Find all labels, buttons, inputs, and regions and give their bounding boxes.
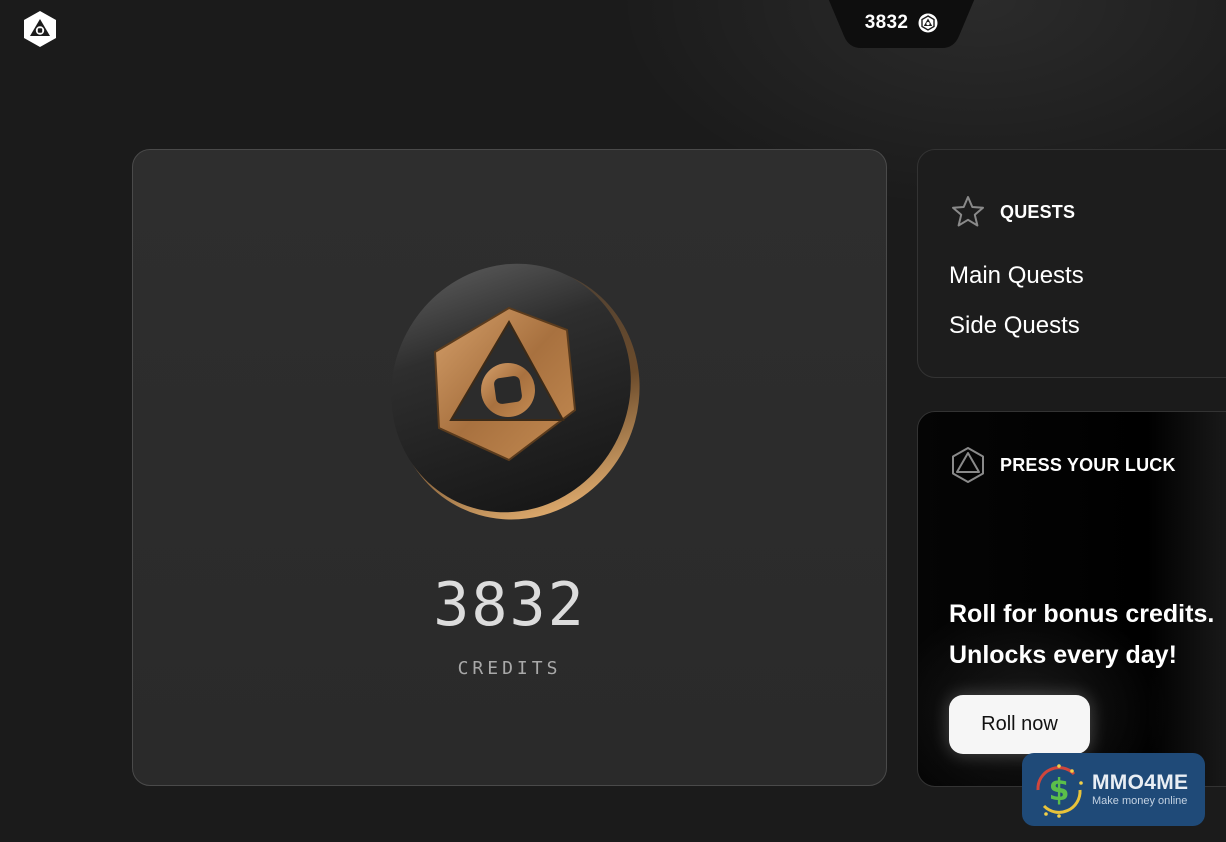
- side-quests-link[interactable]: Side Quests: [949, 312, 1080, 340]
- press-your-luck-card: PRESS YOUR LUCK Roll for bonus credits. …: [917, 411, 1226, 787]
- credits-card: 3832 CREDITS: [132, 149, 887, 786]
- quests-header: QUESTS: [950, 194, 1075, 230]
- luck-description-line-2: Unlocks every day!: [949, 641, 1177, 669]
- star-icon: [952, 196, 984, 227]
- dollar-stars-logo-icon: $: [1036, 763, 1083, 818]
- octahedron-icon: [952, 447, 984, 483]
- hexagon-triangle-logo-icon[interactable]: [21, 10, 59, 48]
- watermark-title: MMO4ME: [1092, 770, 1189, 794]
- balance-value: 3832: [864, 12, 909, 33]
- quests-title: QUESTS: [1000, 201, 1076, 222]
- bronze-coin-icon: [391, 263, 640, 520]
- press-your-luck-header: PRESS YOUR LUCK: [950, 446, 1176, 484]
- quests-card: QUESTS Main Quests Side Quests: [917, 149, 1226, 378]
- luck-description-line-1: Roll for bonus credits.: [949, 600, 1215, 628]
- watermark-subtitle: Make money online: [1092, 794, 1188, 807]
- page: 3832 3832 CREDITS QUESTS Main Quests Sid…: [0, 0, 1226, 842]
- coin-logo-icon: [918, 13, 938, 33]
- mmo4me-watermark: $ MMO4ME Make money online: [1022, 753, 1205, 826]
- main-quests-link[interactable]: Main Quests: [949, 262, 1084, 290]
- roll-now-button[interactable]: Roll now: [949, 695, 1090, 754]
- credits-label: CREDITS: [457, 658, 562, 679]
- credits-value: 3832: [433, 570, 586, 640]
- watermark-text: MMO4ME Make money online: [1092, 770, 1189, 808]
- svg-text:$: $: [1049, 773, 1070, 808]
- balance-pill[interactable]: 3832: [828, 0, 975, 48]
- press-your-luck-title: PRESS YOUR LUCK: [1000, 454, 1176, 475]
